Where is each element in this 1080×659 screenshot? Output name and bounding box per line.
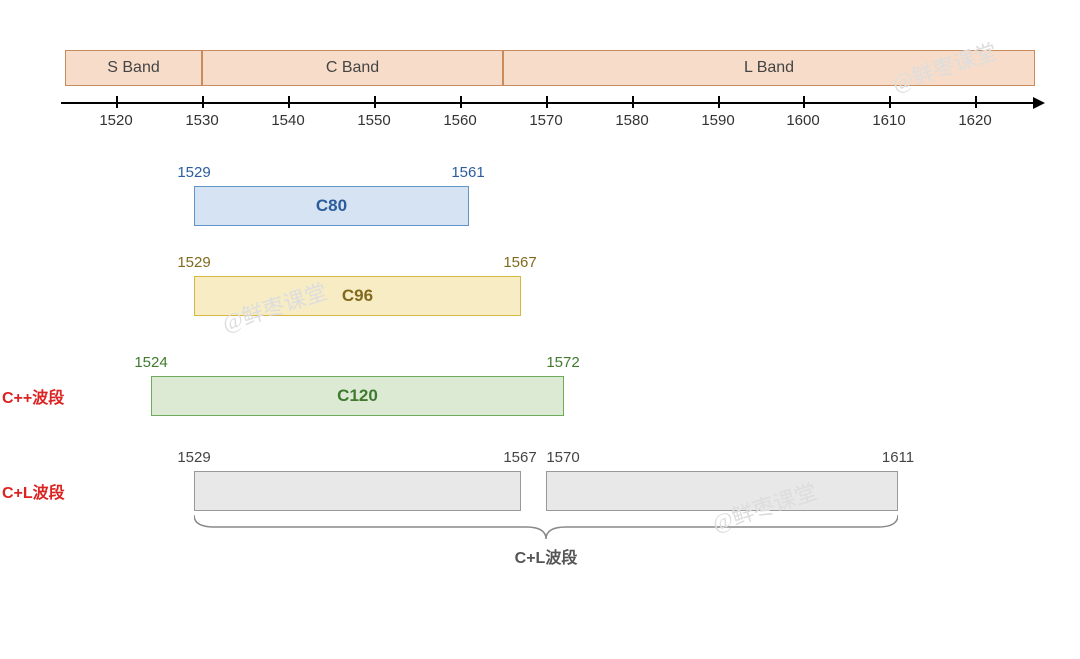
cl-seg2-end-label: 1611 — [882, 449, 914, 466]
c120-bar: C120 — [151, 376, 564, 416]
axis-arrow-icon — [1033, 97, 1045, 109]
tick-label: 1560 — [443, 112, 476, 129]
tick-label: 1620 — [958, 112, 991, 129]
brace-label: C+L波段 — [515, 544, 578, 568]
tick-label: 1530 — [185, 112, 218, 129]
c120-start-label: 1524 — [134, 354, 167, 371]
c80-end-label: 1561 — [451, 164, 484, 181]
wavelength-axis: 1520 1530 1540 1550 1560 1570 1580 1590 … — [65, 94, 1035, 134]
band-s: S Band — [65, 50, 202, 86]
c80-bar: C80 — [194, 186, 469, 226]
tick-label: 1580 — [615, 112, 648, 129]
tick-label: 1570 — [529, 112, 562, 129]
c96-end-label: 1567 — [503, 254, 536, 271]
brace-icon — [194, 515, 898, 543]
tick-label: 1610 — [872, 112, 905, 129]
band-l: L Band — [503, 50, 1035, 86]
tick-label: 1590 — [701, 112, 734, 129]
c80-start-label: 1529 — [177, 164, 210, 181]
cl-side-label: C+L波段 — [2, 479, 65, 503]
axis-line — [61, 102, 1039, 104]
tick-label: 1600 — [786, 112, 819, 129]
tick-label: 1540 — [271, 112, 304, 129]
c96-start-label: 1529 — [177, 254, 210, 271]
cl-seg1-start-label: 1529 — [177, 449, 210, 466]
c120-end-label: 1572 — [546, 354, 579, 371]
tick-label: 1520 — [99, 112, 132, 129]
cl-seg2-start-label: 1570 — [546, 449, 579, 466]
cl-seg1-bar — [194, 471, 521, 511]
tick-label: 1550 — [357, 112, 390, 129]
band-header: S Band C Band L Band — [65, 50, 1035, 86]
c96-bar: C96 — [194, 276, 521, 316]
cl-seg2-bar — [546, 471, 898, 511]
cl-seg1-end-label: 1567 — [503, 449, 536, 466]
cpp-side-label: C++波段 — [2, 384, 64, 408]
band-c: C Band — [202, 50, 503, 86]
